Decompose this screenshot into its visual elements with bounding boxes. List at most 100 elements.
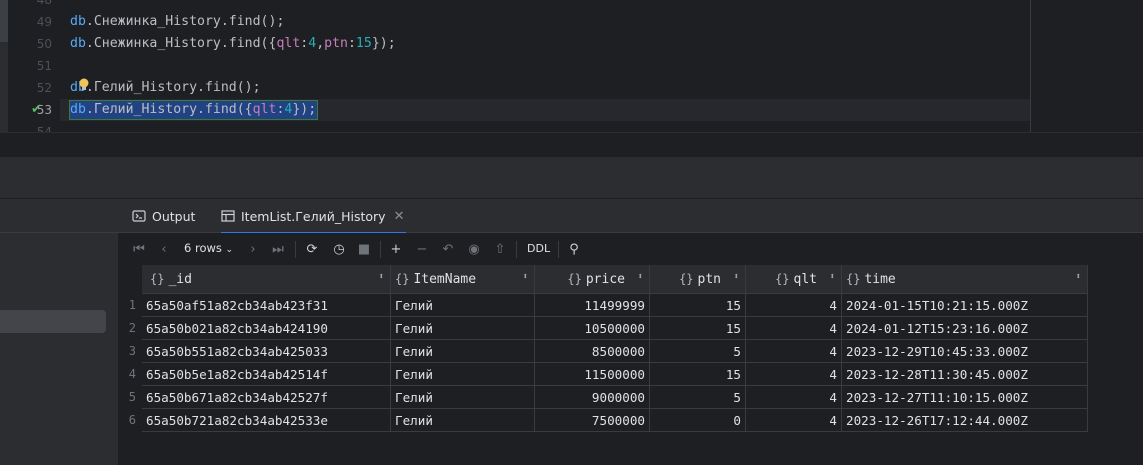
editor-scroll-thumb[interactable] (0, 0, 8, 42)
line-number: 52 (36, 81, 52, 95)
table-cell[interactable]: Гелий (391, 409, 535, 432)
table-cell[interactable]: 4 (746, 294, 842, 317)
table-icon (221, 210, 235, 222)
table-cell[interactable]: 2023-12-29T10:45:33.000Z (842, 340, 1088, 363)
column-header-itemname[interactable]: {} ItemName ⬍ (391, 265, 535, 294)
column-header-price[interactable]: {} price ⬍ (535, 265, 650, 294)
table-cell[interactable]: Гелий (391, 386, 535, 409)
column-name: _id (168, 271, 192, 287)
table-cell[interactable]: Гелий (391, 340, 535, 363)
column-header-time[interactable]: {} time ⬍ (842, 265, 1088, 294)
table-cell[interactable]: 2024-01-15T10:21:15.000Z (842, 294, 1088, 317)
table-cell[interactable]: 2024-01-12T15:23:16.000Z (842, 317, 1088, 340)
table-cell[interactable]: 2023-12-27T11:10:15.000Z (842, 386, 1088, 409)
row-number[interactable]: 1 (118, 294, 142, 317)
table-cell[interactable]: 9000000 (535, 386, 650, 409)
lightbulb-icon[interactable] (78, 78, 90, 92)
sort-icon[interactable]: ⬍ (523, 272, 528, 282)
object-field-icon: {} (846, 272, 861, 286)
code-token: qlt (276, 36, 301, 51)
table-cell[interactable]: 4 (746, 317, 842, 340)
table-cell[interactable]: Гелий (391, 317, 535, 340)
rows-dropdown[interactable]: 6 rows ⌄ (184, 241, 233, 255)
toolbar-separator (380, 241, 381, 258)
code-token: qlt (252, 102, 277, 117)
tab-label: Output (152, 208, 196, 224)
selected-tree-item[interactable] (0, 310, 106, 333)
results-panel: Output ItemList.Гелий_History ✕ ⏮ ‹ 6 ro… (118, 199, 1143, 465)
table-cell[interactable]: 15 (650, 317, 746, 340)
code-line: db.Гелий_History.find({qlt:4}); (70, 99, 316, 121)
table-cell[interactable]: 65a50b021a82cb34ab424190 (142, 317, 391, 340)
table-cell[interactable]: Гелий (391, 294, 535, 317)
code-token: : (347, 36, 356, 51)
object-field-icon: {} (395, 272, 410, 286)
id-field-icon: {} (150, 272, 165, 286)
row-number[interactable]: 2 (118, 317, 142, 340)
table-cell[interactable]: 4 (746, 340, 842, 363)
table-cell[interactable]: 2023-12-28T11:30:45.000Z (842, 363, 1088, 386)
table-cell[interactable]: 65a50b551a82cb34ab425033 (142, 340, 391, 363)
tab-label: ItemList.Гелий_History (241, 208, 386, 224)
table-cell[interactable]: 11499999 (535, 294, 650, 317)
code-editor[interactable]: 48 49 50 51 52 53 54 ✔ db.Снежинка_Histo… (0, 0, 1143, 157)
refresh-icon[interactable]: ⟳ (304, 241, 320, 257)
table-cell[interactable]: 7500000 (535, 409, 650, 432)
revert-icon[interactable]: ↶ (440, 241, 456, 257)
line-number: 50 (36, 37, 52, 51)
editor-bottom-area (0, 132, 1143, 157)
row-number[interactable]: 6 (118, 409, 142, 432)
table-cell[interactable]: 65a50af51a82cb34ab423f31 (142, 294, 391, 317)
pin-icon[interactable]: ⚲ (566, 241, 582, 257)
first-page-icon[interactable]: ⏮ (131, 241, 147, 257)
code-token: db (70, 36, 86, 51)
submit-icon[interactable]: ⇧ (492, 241, 508, 257)
last-page-icon[interactable]: ⏭ (270, 241, 286, 257)
results-tab-bar: Output ItemList.Гелий_History ✕ (118, 199, 1143, 234)
table-cell[interactable]: 5 (650, 386, 746, 409)
panel-splitter[interactable] (0, 157, 1143, 199)
table-cell[interactable]: 11500000 (535, 363, 650, 386)
results-toolbar: ⏮ ‹ 6 rows ⌄ › ⏭ ⟳ ◷ ■ + − ↶ ◉ ⇧ DDL ⚲ (118, 233, 1143, 265)
preview-changes-icon[interactable]: ◉ (466, 241, 482, 257)
tab-output[interactable]: Output (132, 199, 195, 233)
row-number[interactable]: 3 (118, 340, 142, 363)
history-clock-icon[interactable]: ◷ (331, 241, 347, 257)
row-number[interactable]: 5 (118, 386, 142, 409)
sort-icon[interactable]: ⬍ (830, 272, 835, 282)
table-cell[interactable]: 65a50b671a82cb34ab42527f (142, 386, 391, 409)
next-page-icon[interactable]: › (245, 241, 261, 257)
sort-icon[interactable]: ⬍ (734, 272, 739, 282)
column-name: price (585, 271, 625, 287)
table-cell[interactable]: 2023-12-26T17:12:44.000Z (842, 409, 1088, 432)
close-icon[interactable]: ✕ (394, 209, 405, 224)
table-cell[interactable]: 15 (650, 363, 746, 386)
sort-icon[interactable]: ⬍ (638, 272, 643, 282)
table-cell[interactable]: 65a50b5e1a82cb34ab42514f (142, 363, 391, 386)
code-area[interactable]: db.Снежинка_History.find(); db.Снежинка_H… (60, 0, 1130, 136)
code-token: }); (371, 36, 396, 51)
rows-count: 6 rows (184, 241, 222, 255)
add-row-icon[interactable]: + (388, 241, 404, 257)
table-cell[interactable]: 5 (650, 340, 746, 363)
stop-icon[interactable]: ■ (356, 241, 372, 257)
table-cell[interactable]: 4 (746, 363, 842, 386)
ddl-button[interactable]: DDL (527, 242, 550, 255)
column-header-ptn[interactable]: {} ptn ⬍ (650, 265, 746, 294)
table-cell[interactable]: 4 (746, 386, 842, 409)
table-cell[interactable]: 8500000 (535, 340, 650, 363)
delete-row-icon[interactable]: − (414, 241, 430, 257)
tab-itemlist-history[interactable]: ItemList.Гелий_History ✕ (221, 199, 407, 234)
table-cell[interactable]: 10500000 (535, 317, 650, 340)
table-cell[interactable]: 0 (650, 409, 746, 432)
table-cell[interactable]: 4 (746, 409, 842, 432)
table-cell[interactable]: 15 (650, 294, 746, 317)
column-header-qlt[interactable]: {} qlt ⬍ (746, 265, 842, 294)
sort-icon[interactable]: ⬍ (379, 272, 384, 282)
sort-icon[interactable]: ⬍ (1076, 272, 1081, 282)
table-cell[interactable]: Гелий (391, 363, 535, 386)
previous-page-icon[interactable]: ‹ (156, 241, 172, 257)
row-number[interactable]: 4 (118, 363, 142, 386)
table-cell[interactable]: 65a50b721a82cb34ab42533e (142, 409, 391, 432)
column-header-id[interactable]: {} _id ⬍ (142, 265, 391, 294)
